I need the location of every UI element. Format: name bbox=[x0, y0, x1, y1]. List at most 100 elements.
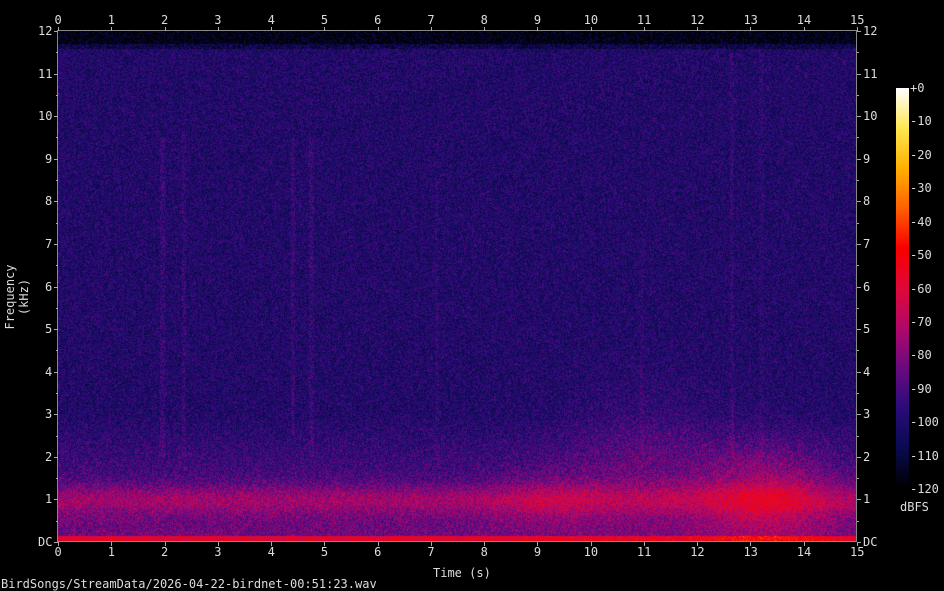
y-tick bbox=[857, 286, 861, 288]
y-tick-label-right: 12 bbox=[863, 24, 878, 38]
y-tick bbox=[857, 414, 861, 416]
x-tick bbox=[164, 27, 166, 31]
y-tick bbox=[54, 499, 58, 501]
y-minor-tick bbox=[56, 307, 58, 309]
y-tick-label-right: 10 bbox=[863, 109, 878, 124]
y-minor-tick bbox=[857, 520, 859, 522]
colorbar-tick-label: -40 bbox=[910, 214, 932, 229]
y-tick bbox=[857, 201, 861, 203]
y-tick-label-right: 3 bbox=[863, 407, 871, 422]
x-tick-label-top: 8 bbox=[480, 13, 488, 27]
y-tick bbox=[54, 371, 58, 373]
y-tick-label-right: 4 bbox=[863, 364, 871, 379]
colorbar-tick-label: -90 bbox=[910, 381, 932, 396]
y-tick-label-left: 1 bbox=[45, 492, 53, 507]
colorbar-tick-label: -50 bbox=[910, 248, 932, 263]
y-tick bbox=[54, 456, 58, 458]
x-tick bbox=[484, 27, 486, 31]
y-tick bbox=[857, 499, 861, 501]
y-tick bbox=[54, 542, 58, 543]
y-minor-tick bbox=[56, 478, 58, 480]
x-tick-label-top: 13 bbox=[743, 13, 758, 27]
x-tick bbox=[750, 27, 752, 31]
x-tick-label-bottom: 4 bbox=[267, 545, 275, 559]
y-minor-tick bbox=[857, 180, 859, 182]
x-tick-label-top: 4 bbox=[267, 13, 275, 27]
y-tick-label-left: 7 bbox=[45, 236, 53, 251]
y-tick-label-right: 1 bbox=[863, 492, 871, 507]
x-tick-label-top: 0 bbox=[54, 13, 62, 27]
x-tick-label-bottom: 6 bbox=[374, 545, 382, 559]
y-minor-tick bbox=[56, 435, 58, 437]
x-tick-label-top: 10 bbox=[583, 13, 599, 27]
x-tick-label-top: 12 bbox=[690, 13, 705, 27]
x-tick-label-top: 1 bbox=[107, 13, 115, 27]
y-tick bbox=[857, 243, 861, 245]
x-tick-label-bottom: 14 bbox=[796, 545, 812, 559]
x-tick-label-top: 7 bbox=[427, 13, 435, 27]
y-tick-label-left: DC bbox=[38, 535, 53, 549]
y-tick bbox=[54, 414, 58, 416]
y-minor-tick bbox=[857, 435, 859, 437]
y-tick bbox=[857, 371, 861, 373]
spectrogram-image bbox=[58, 31, 857, 542]
y-minor-tick bbox=[56, 94, 58, 96]
y-tick-label-left: 2 bbox=[45, 449, 53, 464]
y-minor-tick bbox=[56, 265, 58, 267]
y-tick bbox=[857, 73, 861, 75]
colorbar-tick-label: -110 bbox=[910, 448, 939, 463]
y-tick-label-right: 8 bbox=[863, 194, 871, 209]
y-tick-label-right: 9 bbox=[863, 151, 871, 166]
x-tick-label-bottom: 0 bbox=[54, 545, 62, 559]
y-minor-tick bbox=[56, 350, 58, 352]
filename-label: BirdSongs/StreamData/2026-04-22-birdnet-… bbox=[1, 577, 377, 591]
y-tick-label-right: DC bbox=[863, 535, 878, 549]
y-tick-label-left: 11 bbox=[38, 66, 53, 81]
colorbar-tick-label: -10 bbox=[910, 114, 932, 129]
x-tick-label-top: 5 bbox=[320, 13, 329, 27]
x-tick bbox=[377, 27, 379, 31]
y-tick-label-left: 6 bbox=[45, 279, 53, 294]
y-minor-tick bbox=[857, 392, 859, 394]
colorbar-unit-label: dBFS bbox=[900, 500, 929, 514]
colorbar-tick-label: -30 bbox=[910, 181, 932, 196]
y-tick-label-right: 11 bbox=[863, 66, 878, 81]
y-tick-label-left: 12 bbox=[38, 24, 53, 38]
colorbar bbox=[896, 88, 909, 489]
y-tick bbox=[54, 116, 58, 118]
y-axis-label: Frequency (kHz) bbox=[3, 264, 31, 330]
x-tick-label-bottom: 13 bbox=[743, 545, 758, 559]
x-tick-label-bottom: 5 bbox=[320, 545, 329, 559]
x-tick bbox=[324, 27, 326, 31]
y-tick bbox=[857, 456, 861, 458]
colorbar-tick-label: -60 bbox=[910, 281, 932, 296]
y-tick bbox=[54, 201, 58, 203]
y-tick bbox=[54, 329, 58, 331]
x-tick-label-top: 11 bbox=[636, 13, 652, 27]
y-tick bbox=[857, 329, 861, 331]
x-tick bbox=[430, 27, 432, 31]
y-minor-tick bbox=[857, 307, 859, 309]
y-tick-label-left: 10 bbox=[38, 109, 53, 124]
x-tick-label-bottom: 7 bbox=[427, 545, 435, 559]
y-tick bbox=[54, 158, 58, 160]
x-tick-label-bottom: 8 bbox=[480, 545, 488, 559]
y-minor-tick bbox=[56, 392, 58, 394]
x-tick-label-top: 6 bbox=[374, 13, 382, 27]
y-minor-tick bbox=[56, 180, 58, 182]
x-tick-label-bottom: 3 bbox=[214, 545, 222, 559]
x-tick-label-bottom: 1 bbox=[107, 545, 115, 559]
x-tick-label-top: 14 bbox=[796, 13, 812, 27]
y-tick-label-right: 5 bbox=[863, 322, 871, 337]
colorbar-tick-label: +0 bbox=[910, 81, 925, 95]
x-tick-label-bottom: 2 bbox=[161, 545, 169, 559]
colorbar-tick-label: -120 bbox=[910, 482, 939, 496]
y-tick bbox=[54, 31, 58, 32]
y-minor-tick bbox=[56, 137, 58, 139]
x-tick bbox=[697, 27, 699, 31]
y-minor-tick bbox=[857, 137, 859, 139]
colorbar-tick-label: -20 bbox=[910, 147, 932, 162]
y-minor-tick bbox=[857, 222, 859, 224]
x-tick bbox=[590, 27, 592, 31]
y-tick-label-right: 2 bbox=[863, 449, 871, 464]
